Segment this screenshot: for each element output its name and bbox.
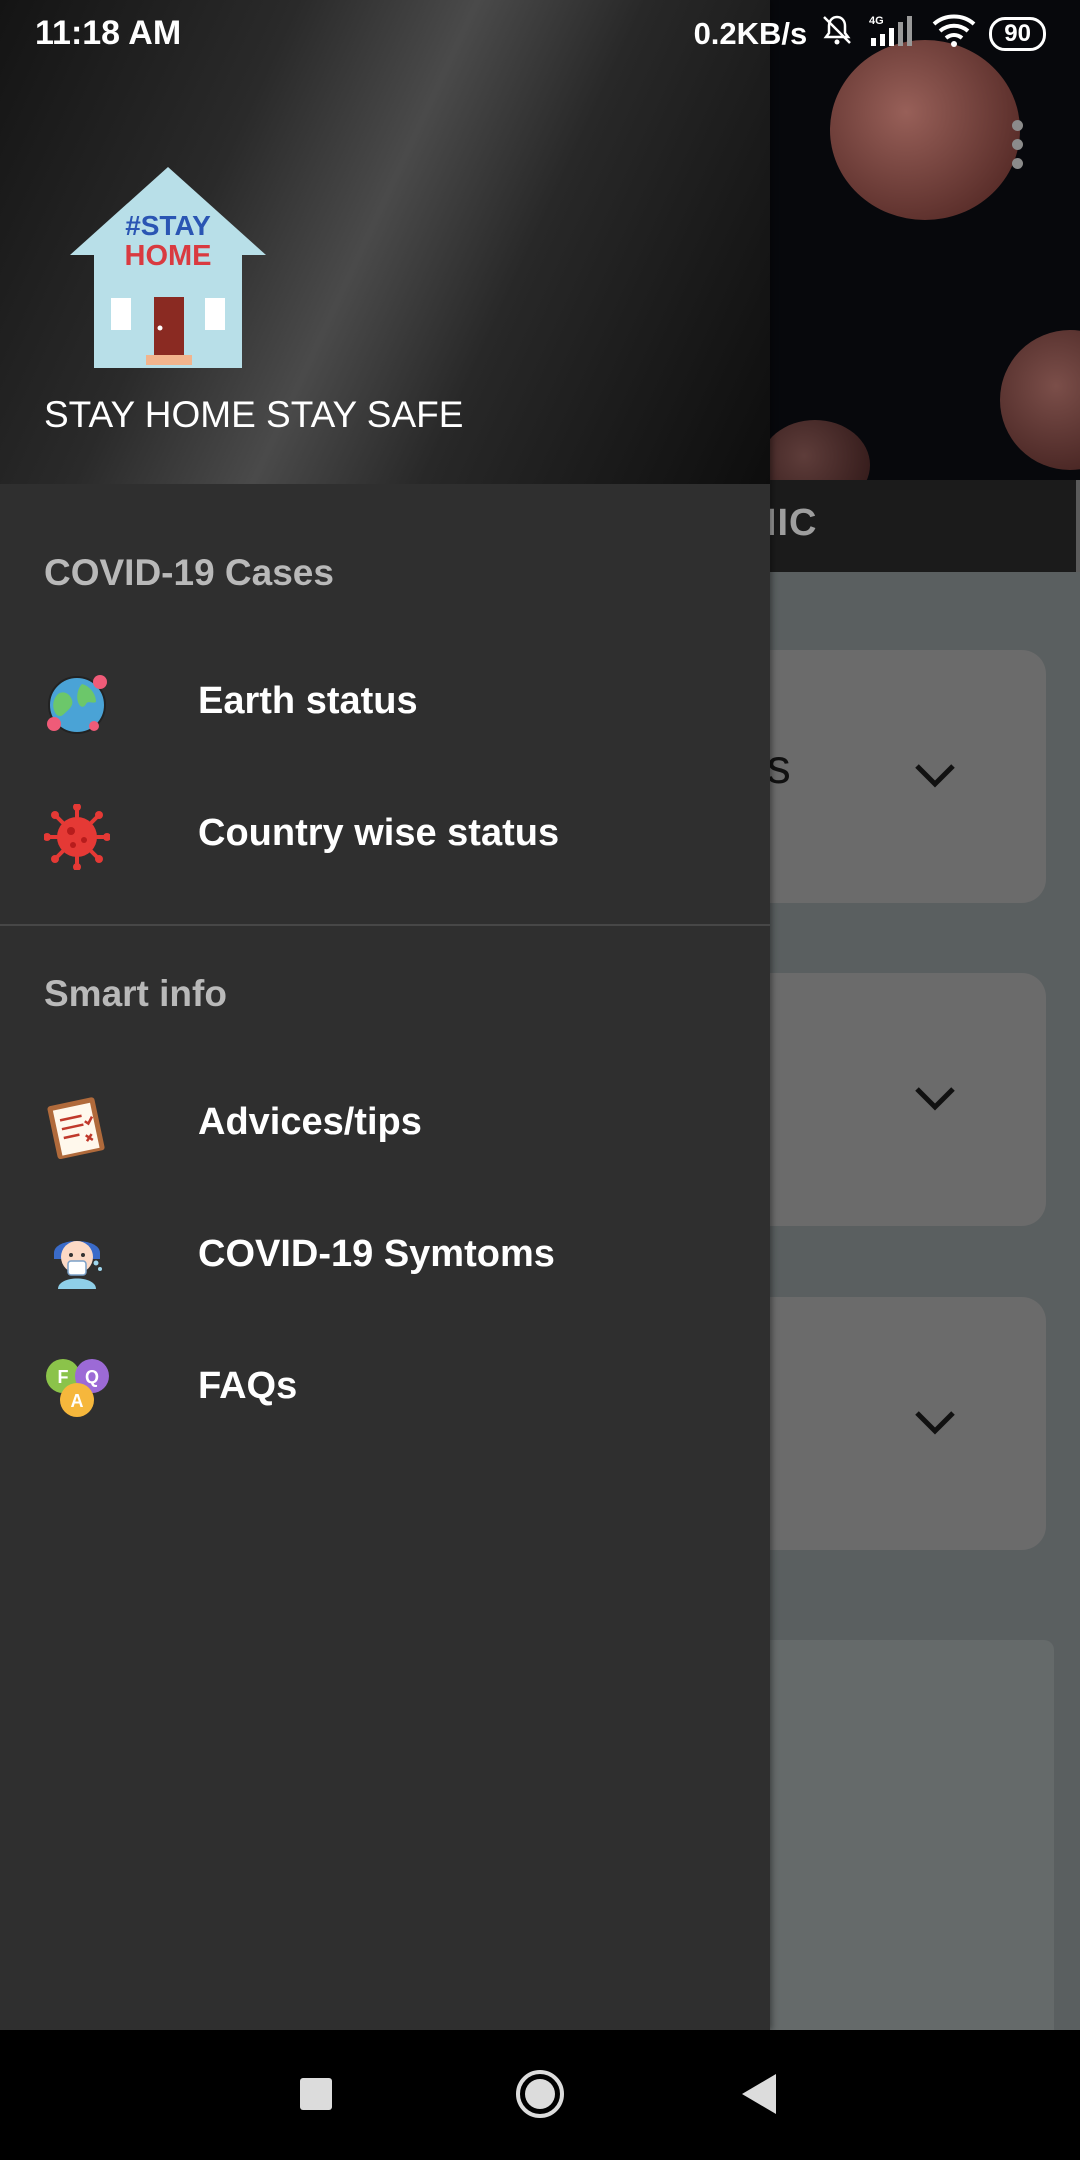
status-bar: 11:18 AM 0.2KB/s 4G 90 [0,0,1080,66]
svg-text:F: F [58,1367,69,1387]
virus-image [1000,330,1080,470]
virus-icon [44,804,110,870]
home-button[interactable] [514,2068,566,2120]
menu-item-label: Country wise status [198,812,560,854]
menu-item-covid-symptoms[interactable]: COVID-19 Symtoms [0,1197,770,1317]
chevron-down-icon[interactable] [912,1407,958,1437]
back-button[interactable] [742,2074,776,2114]
section-label-covid-cases: COVID-19 Cases [44,552,334,593]
menu-item-label: FAQs [198,1365,298,1407]
drawer-header: #STAY HOME STAY HOME STAY SAFE [0,0,770,484]
svg-text:Q: Q [85,1367,99,1387]
recents-button[interactable] [300,2078,332,2110]
network-speed: 0.2KB/s [693,16,808,51]
section-divider [0,924,770,926]
menu-item-advices-tips[interactable]: Advices/tips [0,1065,770,1185]
chevron-down-icon[interactable] [912,1083,958,1113]
mute-bell-icon [819,12,855,56]
system-navigation-bar [0,2030,1080,2160]
stay-home-logo-icon: #STAY HOME [70,167,266,368]
drawer-header-title: STAY HOME STAY SAFE [44,394,464,435]
status-time: 11:18 AM [35,14,182,52]
section-label-smart-info: Smart info [44,973,227,1014]
svg-text:A: A [71,1391,84,1411]
overflow-menu-icon[interactable] [1012,120,1024,170]
menu-item-label: COVID-19 Symtoms [198,1233,555,1275]
virus-image [830,40,1020,220]
chevron-down-icon[interactable] [912,760,958,790]
logo-text-home: HOME [125,240,212,272]
clipboard-icon [47,1097,105,1159]
network-type: 4G [869,15,884,27]
navigation-drawer: #STAY HOME STAY HOME STAY SAFE COVID-19 … [0,0,770,2030]
logo-text-stay: #STAY [125,210,211,241]
menu-item-faqs[interactable]: F Q A FAQs [0,1329,770,1449]
battery-indicator: 90 [989,17,1046,51]
menu-item-label: Earth status [198,680,418,722]
globe-icon [47,675,107,734]
faq-bubbles-icon: F Q A [46,1359,109,1417]
menu-item-label: Advices/tips [198,1101,422,1143]
cell-signal-icon: 4G [867,12,919,56]
sneezing-person-icon [54,1241,102,1289]
status-icons: 0.2KB/s 4G 90 [694,12,1046,56]
wifi-icon [931,12,977,56]
menu-item-country-wise-status[interactable]: Country wise status [0,776,770,896]
menu-item-earth-status[interactable]: Earth status [0,644,770,764]
